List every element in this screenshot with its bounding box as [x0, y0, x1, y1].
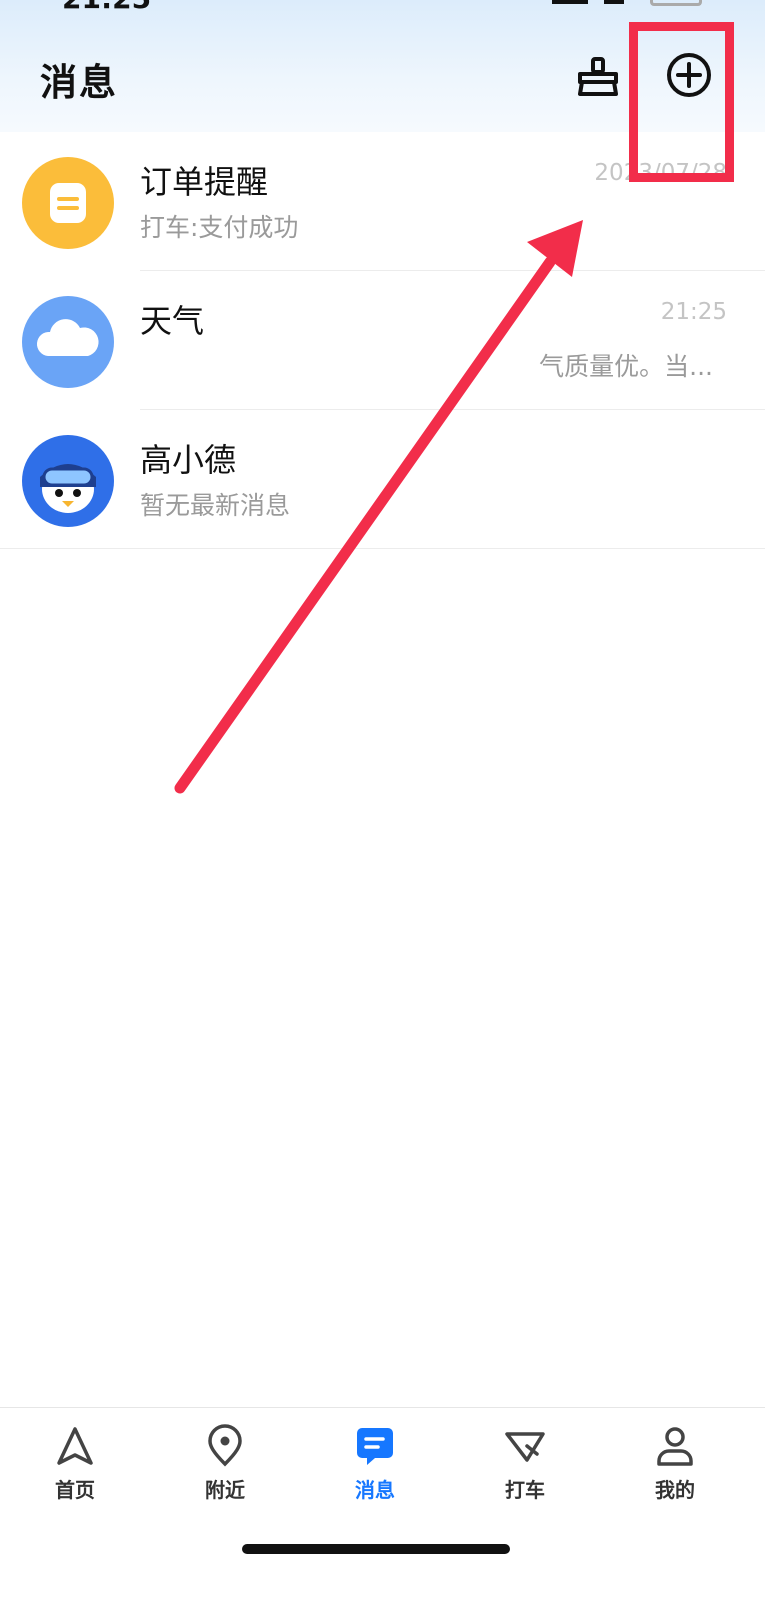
location-pin-icon [203, 1424, 247, 1468]
annotation-arrow [174, 220, 583, 794]
tab-label: 消息 [355, 1478, 395, 1502]
tab-label: 首页 [55, 1478, 95, 1502]
taxi-icon [503, 1424, 547, 1468]
message-icon [353, 1424, 397, 1468]
navigation-arrow-icon [53, 1424, 97, 1468]
tab-label: 附近 [205, 1478, 245, 1502]
tab-label: 打车 [505, 1478, 545, 1502]
tab-bar: 首页 附近 消息 打车 我的 [0, 1407, 765, 1600]
home-indicator [242, 1544, 510, 1554]
tab-label: 我的 [655, 1478, 695, 1502]
person-icon [653, 1424, 697, 1468]
tab-profile[interactable]: 我的 [600, 1424, 750, 1514]
tab-taxi[interactable]: 打车 [450, 1424, 600, 1514]
tab-messages[interactable]: 消息 [300, 1424, 450, 1514]
tab-home[interactable]: 首页 [0, 1424, 150, 1514]
tab-nearby[interactable]: 附近 [150, 1424, 300, 1514]
